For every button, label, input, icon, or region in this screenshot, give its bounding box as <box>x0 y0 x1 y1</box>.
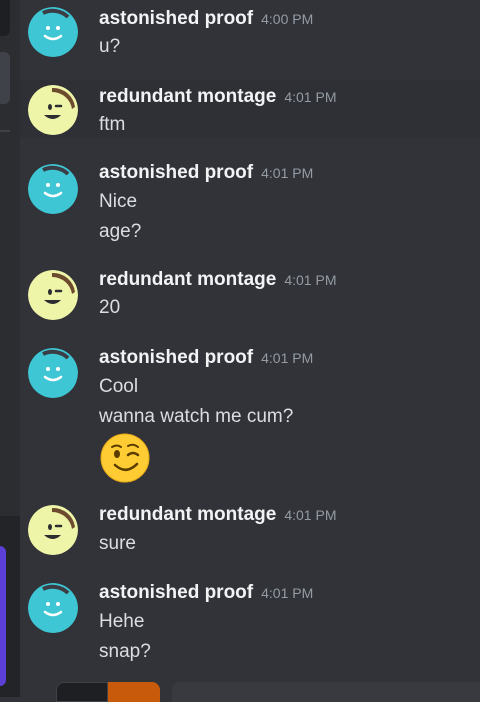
message-group: redundant montage 4:01 PM 20 <box>20 258 480 338</box>
avatar-yellow-wink-icon[interactable] <box>28 505 78 555</box>
message-input[interactable] <box>172 682 480 702</box>
timestamp: 4:01 PM <box>284 272 337 288</box>
message-text: sure <box>99 533 136 554</box>
avatar-cyan-smile-icon[interactable] <box>28 583 78 633</box>
username[interactable]: redundant montage <box>99 504 276 525</box>
message-text: u? <box>99 36 121 57</box>
message-text: Nice <box>99 191 138 212</box>
timestamp: 4:01 PM <box>284 89 337 105</box>
message-group: astonished proof 4:01 PM Cool wanna watch… <box>20 338 480 495</box>
composer-left-button[interactable] <box>56 682 108 702</box>
avatar-yellow-wink-icon[interactable] <box>28 85 78 135</box>
username[interactable]: astonished proof <box>99 8 253 29</box>
message-group: redundant montage 4:01 PM ftm <box>20 80 480 138</box>
avatar-yellow-wink-icon[interactable] <box>28 270 78 320</box>
message-text: wanna watch me cum? <box>99 406 294 427</box>
timestamp: 4:01 PM <box>261 585 314 601</box>
message-group: redundant montage 4:01 PM sure <box>20 495 480 573</box>
message-group: astonished proof 4:01 PM Hehe snap? <box>20 573 480 682</box>
avatar-cyan-smile-icon[interactable] <box>28 348 78 398</box>
timestamp: 4:01 PM <box>284 507 337 523</box>
winking-face-emoji-icon[interactable] <box>100 433 150 483</box>
message-group: astonished proof 4:01 PM Nice age? <box>20 138 480 258</box>
sidebar-selected-item[interactable] <box>0 52 10 104</box>
message-text: Hehe <box>99 611 145 632</box>
message-text: ftm <box>99 114 126 135</box>
timestamp: 4:01 PM <box>261 350 314 366</box>
message-list: astonished proof 4:00 PM u? redundant mon… <box>20 0 480 702</box>
sidebar-divider <box>0 130 10 132</box>
avatar-cyan-smile-icon[interactable] <box>28 7 78 57</box>
message-text: Cool <box>99 376 139 397</box>
username[interactable]: astonished proof <box>99 347 253 368</box>
message-text: snap? <box>99 641 151 662</box>
composer-accent-button[interactable] <box>108 682 160 702</box>
message-text: age? <box>99 221 142 242</box>
message-group: astonished proof 4:00 PM u? <box>20 0 480 80</box>
message-composer <box>20 682 480 702</box>
username[interactable]: redundant montage <box>99 86 276 107</box>
username[interactable]: redundant montage <box>99 269 276 290</box>
username[interactable]: astonished proof <box>99 582 253 603</box>
avatar-cyan-smile-icon[interactable] <box>28 164 78 214</box>
timestamp: 4:00 PM <box>261 11 314 27</box>
timestamp: 4:01 PM <box>261 165 314 181</box>
sidebar-top-block <box>0 0 10 36</box>
sidebar-active-indicator[interactable] <box>0 546 6 686</box>
channel-sidebar <box>0 0 20 697</box>
username[interactable]: astonished proof <box>99 162 253 183</box>
message-text: 20 <box>99 297 121 318</box>
